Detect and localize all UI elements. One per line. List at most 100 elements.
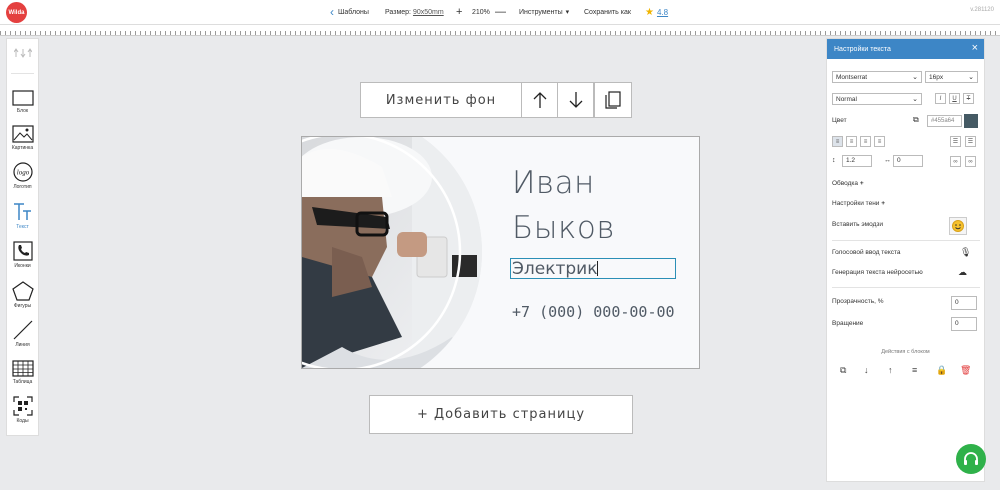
block-actions-label: Действия с блоком (881, 349, 930, 355)
chevron-left-icon: ‹ (330, 5, 334, 19)
arrange-icon[interactable] (7, 47, 38, 61)
microphone-icon[interactable]: 🎙 (960, 247, 971, 258)
link-button[interactable]: ∞ (950, 156, 961, 167)
phone-text[interactable]: +7 (000) 000-00-00 (512, 303, 675, 321)
tool-label: Таблица (12, 379, 33, 385)
templates-link[interactable]: ‹ Шаблоны (330, 0, 369, 24)
opacity-label: Прозрачность, % (832, 298, 884, 305)
arrow-down-icon[interactable]: ↓ (864, 365, 869, 375)
tool-text[interactable]: Текст (7, 202, 38, 230)
qr-icon (12, 396, 33, 416)
move-up-button[interactable] (521, 82, 558, 118)
lock-icon[interactable]: 🔒 (936, 365, 947, 376)
arrow-up-icon (533, 92, 546, 108)
svg-text:logo: logo (16, 169, 29, 177)
trash-icon[interactable]: 🗑 (960, 365, 971, 376)
bullet-list-button[interactable]: ☰ (950, 136, 961, 147)
add-page-button[interactable]: + Добавить страницу (369, 395, 633, 434)
font-family-select[interactable]: Montserrat ⌄ (832, 71, 922, 83)
chevron-down-icon: ⌄ (912, 96, 918, 103)
italic-button[interactable]: I (935, 93, 946, 104)
size-selector[interactable]: Размер: 90x50mm (385, 0, 444, 24)
save-as-button[interactable]: Сохранить как (584, 0, 631, 24)
headset-icon (964, 452, 978, 465)
strikethrough-button[interactable]: T (963, 93, 974, 104)
shadow-setting[interactable]: Настройки тени + (832, 200, 885, 207)
align-center-icon[interactable]: ≡ (912, 365, 917, 375)
color-swatch[interactable] (964, 114, 978, 128)
close-icon[interactable]: × (972, 42, 978, 54)
unlink-button[interactable]: ∞ (965, 156, 976, 167)
rotation-label: Вращение (832, 320, 864, 327)
tool-shapes[interactable]: Фигуры (7, 281, 38, 309)
wilda-logo[interactable]: Wilda (6, 2, 27, 23)
text-cursor (597, 261, 599, 276)
horizontal-ruler (0, 25, 1000, 36)
tool-label: Картинка (11, 145, 34, 151)
logo-icon: logo (12, 162, 33, 182)
arrow-down-icon (569, 92, 582, 108)
tool-block[interactable]: Блок (7, 90, 38, 114)
rotation-field[interactable]: 0 (951, 317, 977, 331)
font-weight-value: Normal (836, 96, 857, 103)
stroke-setting[interactable]: Обводка + (832, 180, 864, 187)
electrician-photo[interactable] (302, 137, 482, 368)
line-height-field[interactable]: 1.2 (842, 155, 872, 167)
ai-brain-icon[interactable]: ☁ (958, 267, 967, 278)
change-background-button[interactable]: Изменить фон (360, 82, 522, 118)
zoom-in-button[interactable]: + (456, 0, 462, 24)
first-name-text[interactable]: Иван (512, 165, 595, 201)
align-left-button[interactable]: ≡ (832, 136, 843, 147)
tool-codes[interactable]: Коды (7, 396, 38, 424)
letter-spacing-field[interactable]: 0 (893, 155, 923, 167)
plus-icon: + (881, 200, 886, 207)
align-center-button[interactable]: ≡ (846, 136, 857, 147)
letter-spacing-icon: ↔ (884, 157, 891, 164)
tool-image[interactable]: Картинка (7, 125, 38, 151)
last-name-text[interactable]: Быков (512, 210, 615, 246)
tool-panel: Блок Картинка logo Логотип Текст Иконки … (6, 38, 39, 436)
tool-icons[interactable]: Иконки (7, 241, 38, 269)
font-weight-select[interactable]: Normal ⌄ (832, 93, 922, 105)
color-label: Цвет (832, 117, 847, 124)
smiley-icon (952, 220, 964, 232)
underline-button[interactable]: U (949, 93, 960, 104)
image-icon (11, 125, 34, 143)
top-bar: Wilda ‹ Шаблоны Размер: 90x50mm + 210% —… (0, 0, 1000, 25)
stroke-label: Обводка (832, 180, 859, 187)
numbered-list-button[interactable]: ☰ (965, 136, 976, 147)
panel-title: Настройки текста (834, 45, 891, 53)
zoom-value: 210% (472, 8, 490, 16)
duplicate-page-button[interactable] (594, 82, 632, 118)
tool-table[interactable]: Таблица (7, 360, 38, 385)
emoji-button[interactable] (949, 217, 967, 235)
copy-color-icon[interactable]: ⧉ (913, 115, 919, 125)
pentagon-icon (11, 281, 34, 301)
color-hex-field[interactable]: #455a64 (927, 115, 962, 127)
emoji-label: Вставить эмодзи (832, 221, 884, 228)
copy-block-icon[interactable]: ⧉ (840, 365, 846, 376)
support-chat-button[interactable] (956, 444, 986, 474)
zoom-out-button[interactable]: — (495, 0, 506, 24)
align-justify-button[interactable]: ≡ (874, 136, 885, 147)
tools-menu[interactable]: Инструменты ▾ (519, 0, 569, 24)
role-text-selected[interactable]: Электрик (510, 258, 676, 279)
font-family-value: Montserrat (836, 74, 868, 81)
tool-line[interactable]: Линия (7, 320, 38, 348)
move-down-button[interactable] (557, 82, 594, 118)
business-card[interactable]: Иван Быков Электрик +7 (000) 000-00-00 (301, 136, 700, 369)
arrow-up-icon[interactable]: ↑ (888, 365, 893, 375)
font-size-select[interactable]: 16px ⌄ (925, 71, 978, 83)
version-label: v.281120 (970, 7, 994, 13)
font-size-value: 16px (929, 74, 944, 81)
tool-label: Блок (16, 108, 29, 114)
shadow-label: Настройки тени (832, 200, 880, 207)
text-settings-panel: Настройки текста × Montserrat ⌄ 16px ⌄ Nor… (826, 38, 985, 482)
rating-value: 4.8 (656, 7, 669, 17)
line-height-icon: ↕ (832, 157, 836, 164)
opacity-field[interactable]: 0 (951, 296, 977, 310)
rating[interactable]: ★ 4.8 (645, 0, 668, 24)
align-right-button[interactable]: ≡ (860, 136, 871, 147)
copy-icon (605, 91, 621, 109)
tool-logo[interactable]: logo Логотип (7, 162, 38, 190)
